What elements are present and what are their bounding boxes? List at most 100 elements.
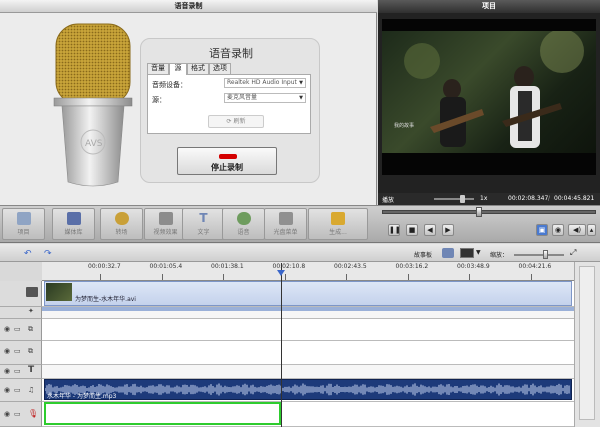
text-icon: T xyxy=(199,211,208,225)
position-slider-handle[interactable] xyxy=(476,207,482,217)
stop-recording-button[interactable]: 停止录制 xyxy=(177,147,277,175)
speed-value: 1x xyxy=(480,195,488,202)
storyboard-icon[interactable] xyxy=(442,248,454,258)
chevron-down-icon[interactable]: ▼ xyxy=(476,249,481,256)
recording-region[interactable] xyxy=(44,402,281,425)
text-track-header: ◉ ▭ T xyxy=(0,365,42,379)
scrollbar-track[interactable] xyxy=(579,266,595,420)
ruler-tick-label: 00:01:38.1 xyxy=(211,263,244,270)
video-overlay-track[interactable] xyxy=(42,319,574,341)
eye-icon[interactable]: ◉ xyxy=(4,410,10,418)
pause-button[interactable]: ❚❚ xyxy=(388,224,401,236)
timeline-toolbar xyxy=(0,244,600,262)
video-clip[interactable]: 为梦而生-水木年华.avi xyxy=(44,281,572,306)
stop-button[interactable]: ■ xyxy=(406,224,418,236)
playhead[interactable] xyxy=(281,263,282,427)
effects-track-header: ✦ xyxy=(0,307,42,319)
eye-icon[interactable]: ◉ xyxy=(4,367,10,375)
media-library-label: 媒体库 xyxy=(64,229,83,236)
playhead-handle[interactable] xyxy=(277,270,285,276)
lock-icon[interactable]: ▭ xyxy=(14,386,21,394)
storyboard-label[interactable]: 故事板 xyxy=(414,250,432,259)
lock-icon[interactable]: ▭ xyxy=(14,325,21,333)
pause-icon: ❚❚ xyxy=(389,226,401,234)
overlay-icon: ⧉ xyxy=(28,325,33,333)
lock-icon[interactable]: ▭ xyxy=(14,367,21,375)
video-effects-button[interactable]: 视频效果 xyxy=(144,208,187,240)
effect-strip[interactable] xyxy=(42,307,574,311)
voice-button[interactable]: 语音 xyxy=(222,208,265,240)
snapshot-button[interactable]: ◉ xyxy=(552,224,564,236)
timeline-scrollbar[interactable] xyxy=(574,262,600,427)
ruler-tick xyxy=(530,274,532,280)
text-button[interactable]: T 文字 xyxy=(182,208,225,240)
redo-button[interactable]: ↷ xyxy=(44,249,52,259)
voice-label: 语音 xyxy=(237,229,250,236)
fit-timeline-button[interactable]: ⤢ xyxy=(570,248,576,258)
ruler-tick-label: 00:02:43.5 xyxy=(334,263,367,270)
volume-button[interactable]: ◀) xyxy=(568,224,586,236)
audio-waveform xyxy=(44,383,570,396)
volume-dropdown[interactable]: ▴ xyxy=(587,224,596,236)
next-frame-button[interactable]: ▶ xyxy=(442,224,454,236)
produce-icon xyxy=(331,212,345,225)
produce-button[interactable]: 生成... xyxy=(308,208,368,240)
speed-slider-handle[interactable] xyxy=(460,195,465,203)
effect-icon: ✦ xyxy=(28,307,34,315)
lock-icon[interactable]: ▭ xyxy=(14,347,21,355)
fullscreen-button[interactable]: ▣ xyxy=(536,224,548,236)
time-current: 00:02:08.347 xyxy=(508,195,549,202)
monitor-icon[interactable] xyxy=(460,248,474,258)
prev-frame-button[interactable]: ◀ xyxy=(424,224,436,236)
audio-device-select[interactable]: Realtek HD Audio Input ▼ xyxy=(224,78,306,88)
ruler-tick xyxy=(100,274,101,280)
project-button[interactable]: 项目 xyxy=(2,208,45,240)
tab-options[interactable]: 选项 xyxy=(209,63,231,74)
stop-recording-label: 停止录制 xyxy=(211,163,243,172)
text-track[interactable] xyxy=(42,365,574,379)
video-track-header xyxy=(0,281,42,307)
chevron-down-icon: ▼ xyxy=(299,80,303,86)
camera-icon: ◉ xyxy=(554,226,562,234)
lock-icon[interactable]: ▭ xyxy=(14,410,21,418)
eye-icon[interactable]: ◉ xyxy=(4,325,10,333)
speed-slider[interactable] xyxy=(434,198,474,200)
timeline-ruler[interactable] xyxy=(42,262,600,281)
refresh-button[interactable]: ⟳ 刷新 xyxy=(208,115,264,128)
audio-clip[interactable]: 水木年华 - 为梦而生.mp3 xyxy=(44,379,572,400)
video-frame: 我的故事 xyxy=(382,29,596,153)
position-slider[interactable] xyxy=(382,210,596,214)
audio-clip-name: 水木年华 - 为梦而生.mp3 xyxy=(47,393,117,400)
media-library-button[interactable]: 媒体库 xyxy=(52,208,95,240)
preview-panel: 项目 我的故事 播放 1x 00:02:08.347 / 00:04:45.82… xyxy=(378,0,600,205)
source-select[interactable]: 麦克风音量 ▼ xyxy=(224,93,306,103)
text-icon: T xyxy=(28,365,35,375)
speaker-icon: ◀) xyxy=(572,226,582,234)
project-icon xyxy=(16,212,31,225)
playback-bar: 播放 1x 00:02:08.347 / 00:04:45.821 xyxy=(378,193,600,205)
media-library-icon xyxy=(66,212,81,225)
overlay-track[interactable] xyxy=(42,341,574,365)
video-overlay-track-header: ◉ ▭ ⧉ xyxy=(0,319,42,341)
ruler-tick-label: 00:03:48.9 xyxy=(457,263,490,270)
video-preview[interactable]: 我的故事 xyxy=(382,19,596,175)
disc-menu-label: 光盘菜单 xyxy=(273,229,298,236)
music-icon: ♫ xyxy=(28,386,35,394)
undo-button[interactable]: ↶ xyxy=(24,249,32,259)
eye-icon[interactable]: ◉ xyxy=(4,386,10,394)
tab-content: 音频设备： Realtek HD Audio Input ▼ 源： 麦克风音量 … xyxy=(147,74,311,134)
audio-device-value: Realtek HD Audio Input xyxy=(227,79,297,86)
tab-source[interactable]: 源 xyxy=(169,63,187,75)
zoom-slider-handle[interactable] xyxy=(543,250,548,259)
tab-format[interactable]: 格式 xyxy=(187,63,209,74)
transitions-icon xyxy=(114,212,129,225)
eye-icon[interactable]: ◉ xyxy=(4,347,10,355)
skip-forward-icon: ▶ xyxy=(445,226,451,234)
zoom-slider[interactable] xyxy=(514,254,564,256)
tab-volume[interactable]: 音量 xyxy=(147,63,169,74)
monitor-icon: ▣ xyxy=(538,226,546,234)
voice-recording-panel: 语音录制 AVS 语音录制 音量 源 格式 选项 音频设备： Realtek H… xyxy=(0,0,377,205)
transitions-button[interactable]: 转场 xyxy=(100,208,143,240)
disc-menu-button[interactable]: 光盘菜单 xyxy=(264,208,307,240)
overlay-track-header: ◉ ▭ ⧉ xyxy=(0,341,42,365)
